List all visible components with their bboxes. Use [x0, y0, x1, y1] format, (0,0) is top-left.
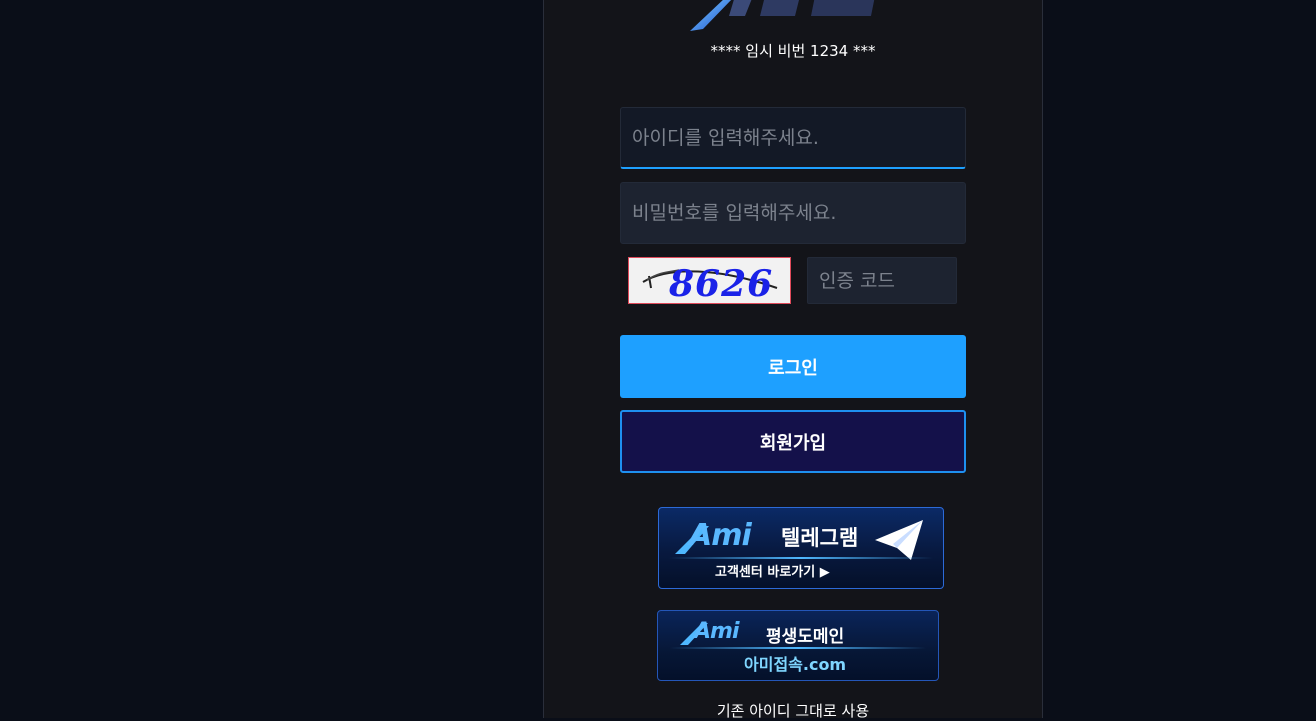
telegram-banner-title: 텔레그램 — [781, 526, 859, 550]
user-id-input[interactable] — [620, 107, 966, 169]
paper-plane-icon — [875, 520, 923, 560]
domain-banner-url: 아미접속.com — [744, 655, 847, 674]
login-button-label: 로그인 — [768, 357, 818, 379]
signup-button[interactable]: 회원가입 — [620, 410, 966, 473]
captcha-text: 8626 — [669, 263, 774, 304]
password-input[interactable] — [620, 182, 966, 244]
login-button[interactable]: 로그인 — [620, 335, 966, 398]
domain-banner-brand: Ami — [694, 619, 739, 644]
site-logo — [690, 0, 875, 31]
captcha-image: 8626 — [628, 257, 791, 304]
domain-banner-title: 평생도메인 — [766, 627, 845, 647]
telegram-banner[interactable]: Ami 텔레그램 고객센터 바로가기 ▶ — [658, 507, 944, 589]
telegram-banner-brand: Ami — [689, 518, 752, 553]
domain-banner[interactable]: Ami 평생도메인 아미접속.com — [657, 610, 939, 681]
temporary-password-notice: **** 임시 비번 1234 *** — [710, 42, 876, 60]
captcha-code-input[interactable] — [807, 257, 957, 304]
telegram-banner-subtitle: 고객센터 바로가기 ▶ — [715, 565, 830, 580]
signup-button-label: 회원가입 — [759, 432, 827, 454]
